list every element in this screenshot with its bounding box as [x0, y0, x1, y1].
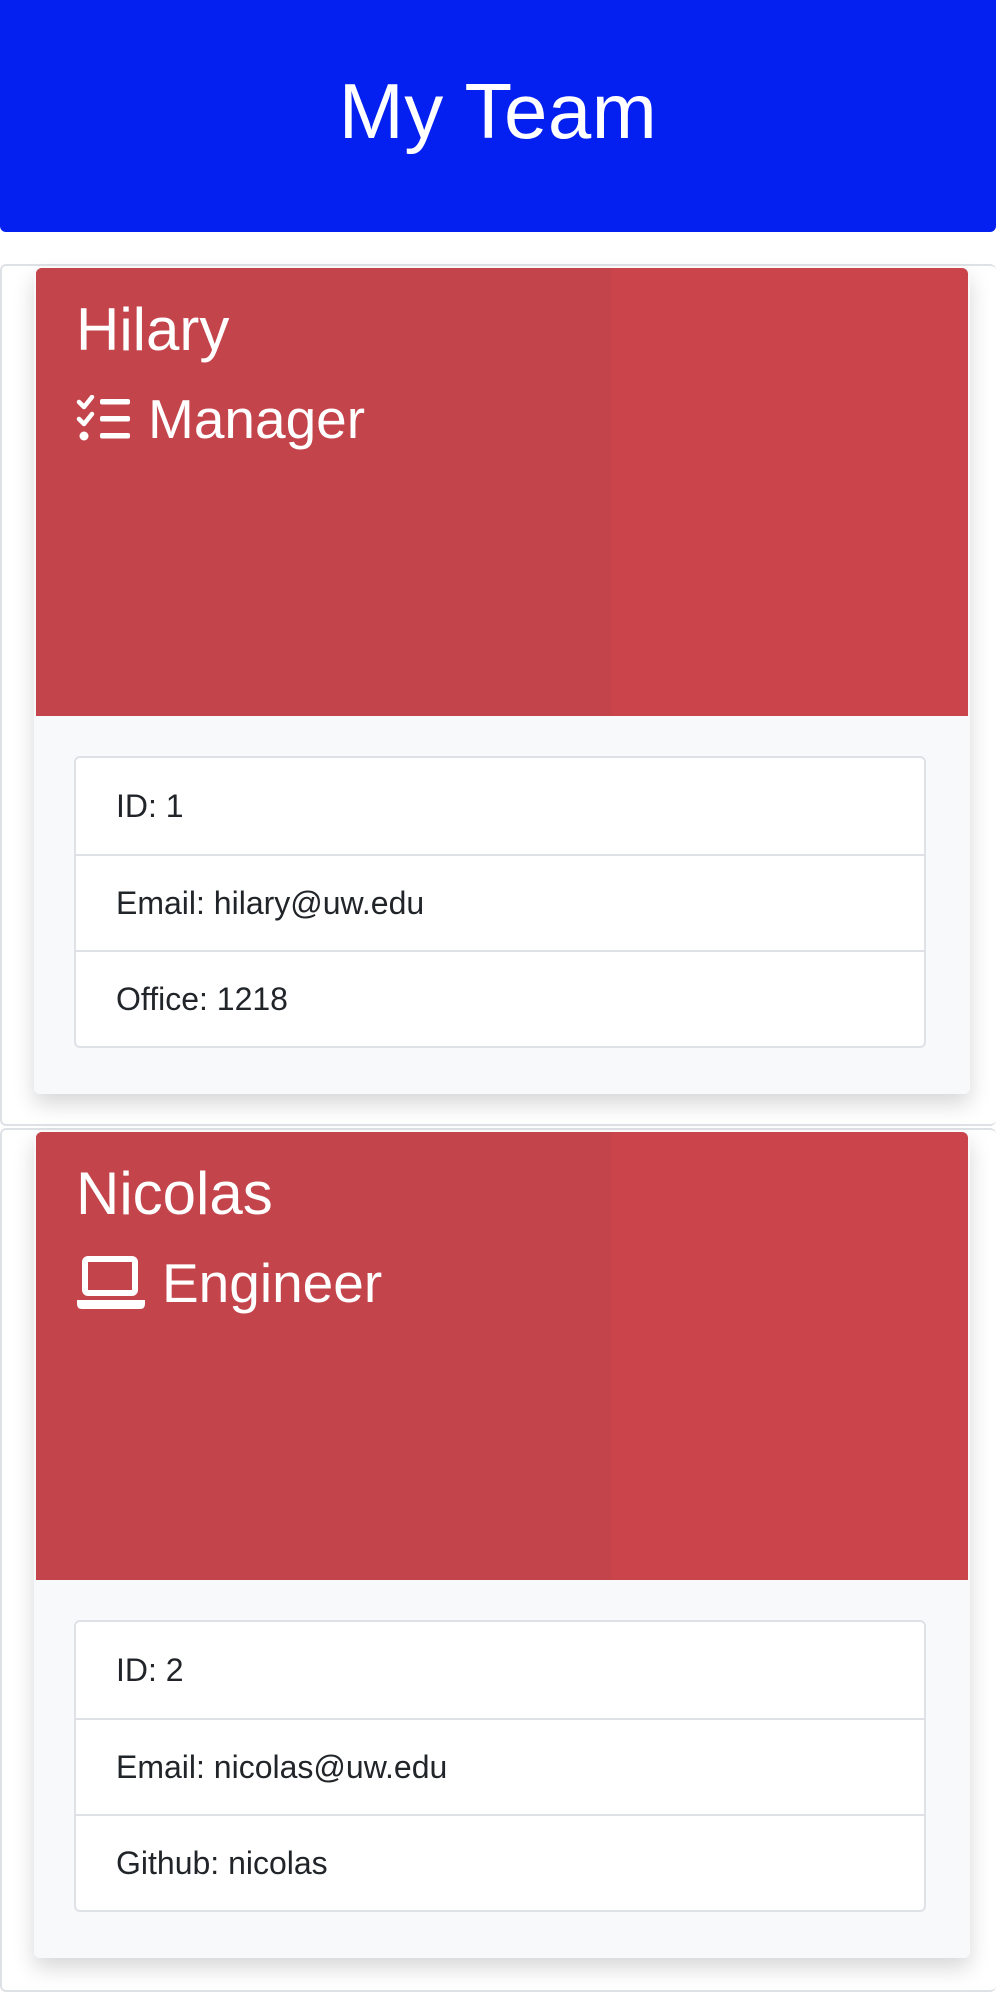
- employee-email: Email: hilary@uw.edu: [76, 854, 924, 950]
- employee-role: Engineer: [76, 1250, 382, 1316]
- employee-office: Office: 1218: [76, 950, 924, 1046]
- employee-details-list: ID: 1 Email: hilary@uw.edu Office: 1218: [74, 756, 926, 1048]
- card-header: Nicolas Engineer: [36, 1132, 968, 1580]
- employee-card-wrapper: Hilary Manager ID: 1 Email: hilary@uw.ed…: [0, 264, 996, 1126]
- tasks-icon: [76, 395, 132, 443]
- employee-details-list: ID: 2 Email: nicolas@uw.edu Github: nico…: [74, 1620, 926, 1912]
- employee-card-wrapper: Nicolas Engineer ID: 2 Email: nicolas@uw…: [0, 1128, 996, 1992]
- employee-name: Nicolas: [76, 1160, 273, 1227]
- employee-card-hilary: Hilary Manager ID: 1 Email: hilary@uw.ed…: [34, 268, 970, 1094]
- employee-role: Manager: [76, 386, 365, 452]
- laptop-icon: [76, 1255, 146, 1311]
- employee-id: ID: 1: [116, 787, 184, 824]
- page-header: My Team: [0, 0, 996, 232]
- page-title: My Team: [338, 66, 658, 155]
- employee-name: Hilary: [76, 296, 230, 363]
- employee-github: Github: nicolas: [76, 1814, 924, 1910]
- employee-id: ID: 2: [116, 1651, 184, 1688]
- employee-email: Email: nicolas@uw.edu: [76, 1718, 924, 1814]
- employee-card-nicolas: Nicolas Engineer ID: 2 Email: nicolas@uw…: [34, 1132, 970, 1958]
- team-container: Hilary Manager ID: 1 Email: hilary@uw.ed…: [0, 264, 996, 1992]
- employee-role-label: Manager: [148, 388, 366, 450]
- employee-role-label: Engineer: [162, 1252, 383, 1314]
- card-header: Hilary Manager: [36, 268, 968, 716]
